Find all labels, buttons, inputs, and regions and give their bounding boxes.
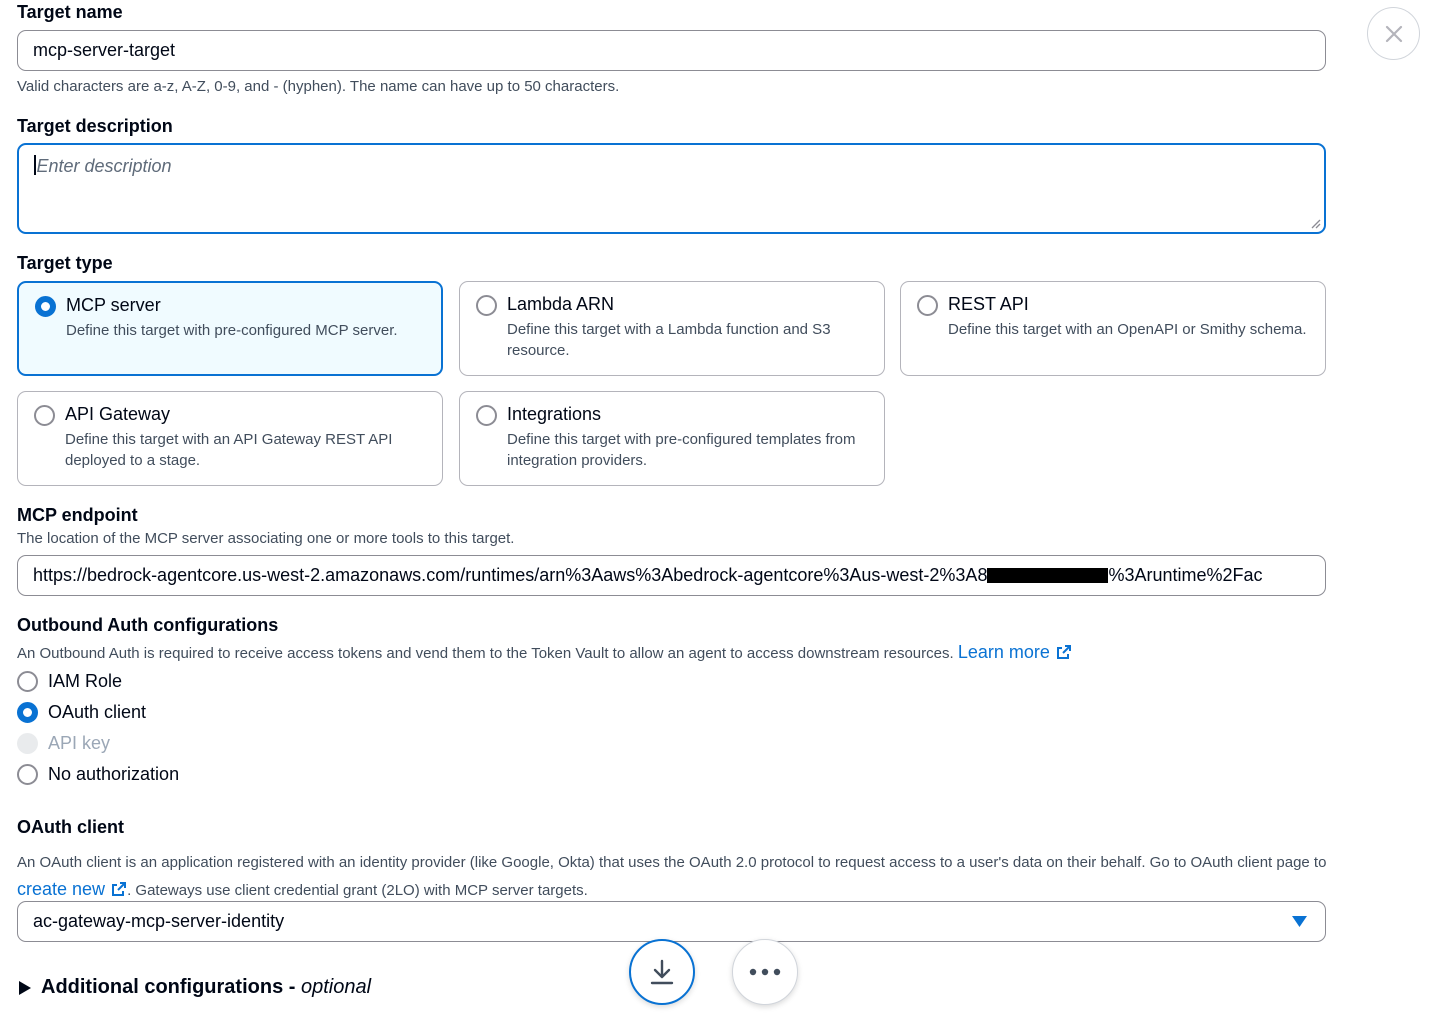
- tile-description: Define this target with an API Gateway R…: [65, 431, 393, 469]
- ellipsis-icon: [749, 968, 781, 976]
- auth-option-oauth-client[interactable]: OAuth client: [17, 702, 146, 723]
- tile-title: REST API: [948, 294, 1029, 314]
- external-link-icon: [112, 882, 127, 896]
- tile-description: Define this target with pre-configured t…: [507, 431, 856, 469]
- oauth-client-selected-value: ac-gateway-mcp-server-identity: [33, 911, 285, 931]
- mcp-endpoint-hint: The location of the MCP server associati…: [17, 530, 515, 547]
- redacted-account-id: [987, 568, 1109, 583]
- tile-title: Lambda ARN: [507, 294, 615, 314]
- caret-right-icon: [19, 980, 31, 995]
- more-options-button[interactable]: [732, 939, 798, 1005]
- target-description-textarea[interactable]: Enter description: [17, 143, 1326, 234]
- auth-option-api-key: API key: [17, 733, 110, 754]
- caret-down-icon: [1292, 916, 1307, 927]
- text-caret: [34, 155, 36, 175]
- outbound-auth-hint: An Outbound Auth is required to receive …: [17, 645, 954, 662]
- target-type-integrations-tile[interactable]: Integrations Define this target with pre…: [459, 391, 885, 486]
- oauth-client-hint-tail: . Gateways use client credential grant (…: [127, 882, 588, 899]
- resize-handle-icon[interactable]: [1309, 217, 1321, 229]
- target-type-lambda-arn-tile[interactable]: Lambda ARN Define this target with a Lam…: [459, 281, 885, 376]
- target-name-hint: Valid characters are a-z, A-Z, 0-9, and …: [17, 78, 620, 95]
- learn-more-text: Learn more: [957, 642, 1050, 662]
- outbound-auth-hint-row: An Outbound Auth is required to receive …: [17, 642, 1072, 663]
- radio-unselected-icon[interactable]: [476, 405, 497, 426]
- oauth-client-label: OAuth client: [17, 817, 124, 837]
- auth-option-no-authorization[interactable]: No authorization: [17, 764, 179, 785]
- close-button[interactable]: [1367, 7, 1420, 60]
- oauth-client-hint: An OAuth client is an application regist…: [17, 849, 1327, 904]
- target-description-label: Target description: [17, 116, 173, 136]
- auth-option-label: IAM Role: [48, 671, 123, 691]
- additional-configurations-optional: optional: [301, 976, 372, 998]
- close-icon: [1385, 25, 1402, 42]
- mcp-endpoint-value-suffix: %3Aruntime%2Fac: [1108, 565, 1263, 585]
- tile-title: API Gateway: [65, 404, 171, 424]
- download-icon: [650, 959, 674, 985]
- radio-unselected-icon[interactable]: [34, 405, 55, 426]
- auth-option-iam-role[interactable]: IAM Role: [17, 671, 122, 692]
- radio-selected-icon[interactable]: [35, 296, 56, 317]
- radio-disabled-icon: [17, 733, 38, 754]
- tile-description: Define this target with a Lambda functio…: [507, 321, 831, 359]
- auth-option-label: No authorization: [48, 764, 180, 784]
- target-type-label: Target type: [17, 253, 113, 273]
- create-new-link[interactable]: create new: [17, 879, 127, 899]
- target-name-label: Target name: [17, 2, 123, 22]
- create-new-text: create new: [17, 879, 106, 899]
- auth-option-label: OAuth client: [48, 702, 147, 722]
- tile-description: Define this target with pre-configured M…: [66, 322, 398, 339]
- target-name-value: mcp-server-target: [33, 40, 176, 60]
- tile-title: MCP server: [66, 295, 161, 315]
- radio-selected-icon[interactable]: [17, 702, 38, 723]
- download-button[interactable]: [629, 939, 695, 1005]
- tile-title: Integrations: [507, 404, 602, 424]
- radio-unselected-icon[interactable]: [476, 295, 497, 316]
- mcp-endpoint-label: MCP endpoint: [17, 505, 138, 525]
- tile-description: Define this target with an OpenAPI or Sm…: [948, 321, 1307, 338]
- auth-option-label: API key: [48, 733, 111, 753]
- target-description-placeholder: Enter description: [36, 156, 172, 176]
- radio-unselected-icon[interactable]: [917, 295, 938, 316]
- mcp-endpoint-value-prefix: https://bedrock-agentcore.us-west-2.amaz…: [33, 565, 988, 585]
- additional-configurations-label: Additional configurations: [41, 976, 284, 998]
- outbound-auth-label: Outbound Auth configurations: [17, 615, 279, 635]
- additional-configurations-toggle[interactable]: Additional configurations - optional: [19, 976, 371, 999]
- target-type-mcp-server-tile[interactable]: MCP server Define this target with pre-c…: [17, 281, 443, 376]
- external-link-icon: [1056, 645, 1071, 659]
- additional-configurations-separator: -: [283, 976, 301, 998]
- learn-more-link[interactable]: Learn more: [958, 642, 1072, 662]
- oauth-client-select[interactable]: ac-gateway-mcp-server-identity: [17, 901, 1326, 942]
- target-name-input[interactable]: mcp-server-target: [17, 30, 1326, 71]
- target-type-api-gateway-tile[interactable]: API Gateway Define this target with an A…: [17, 391, 443, 486]
- oauth-client-hint-text: An OAuth client is an application regist…: [17, 854, 1327, 871]
- radio-unselected-icon[interactable]: [17, 764, 38, 785]
- radio-unselected-icon[interactable]: [17, 671, 38, 692]
- mcp-endpoint-input[interactable]: https://bedrock-agentcore.us-west-2.amaz…: [17, 555, 1326, 596]
- target-type-rest-api-tile[interactable]: REST API Define this target with an Open…: [900, 281, 1326, 376]
